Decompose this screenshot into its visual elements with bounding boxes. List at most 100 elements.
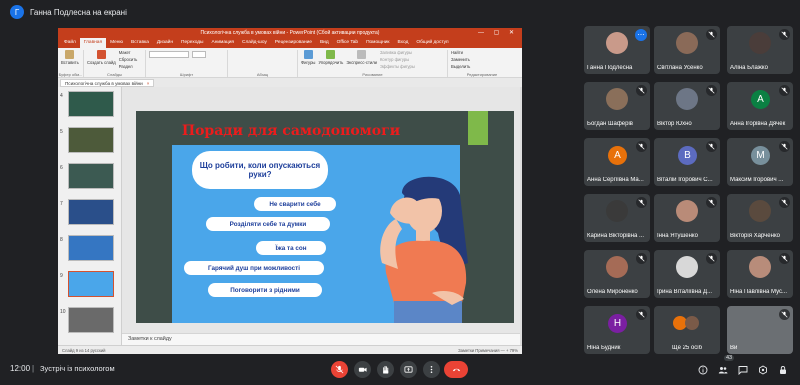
avatar: В — [678, 146, 697, 165]
participant-tile[interactable]: Богдан Шаферів — [584, 82, 650, 130]
participant-tile[interactable]: Ірина Віталіївна Д... — [654, 250, 720, 298]
ppt-tab[interactable]: Главная — [79, 38, 107, 48]
muted-mic-icon — [779, 85, 790, 96]
ppt-tab[interactable]: Дизайн — [153, 38, 177, 48]
participant-name: Ви — [730, 345, 738, 351]
vertical-scrollbar[interactable] — [520, 87, 522, 345]
meeting-details-button[interactable] — [696, 363, 710, 377]
participant-tile[interactable]: Віктор Юхно — [654, 82, 720, 130]
ppt-tab[interactable]: Вид — [316, 38, 333, 48]
ppt-tab[interactable]: Анимация — [208, 38, 239, 48]
shape-effects-button[interactable]: Эффекты фигуры — [380, 64, 415, 69]
participant-tile[interactable]: Вікторія Харченко — [727, 194, 793, 242]
speaking-indicator-icon: ⋯ — [635, 29, 647, 41]
ppt-window-controls[interactable]: — ▢ ✕ — [478, 29, 518, 36]
participant-tile[interactable]: Карина Вікторівна ... — [584, 194, 650, 242]
slide-number: 9 — [60, 273, 63, 279]
participant-name: Віктор Юхно — [657, 121, 692, 127]
participant-tile[interactable]: А Анна Ігорівна Дячек — [727, 82, 793, 130]
camera-toggle-button[interactable] — [354, 361, 371, 378]
ppt-tab[interactable]: Файл — [60, 38, 80, 48]
slide-number: 4 — [60, 93, 63, 99]
slide-thumbnails-panel: 4 5 6 7 8 9 10 — [58, 87, 122, 345]
ppt-tab[interactable]: Вход — [394, 38, 413, 48]
replace-button[interactable]: Заменить — [451, 57, 470, 62]
activities-icon — [759, 365, 767, 375]
clipboard-group: Вставить Буфер обм... — [58, 50, 84, 77]
chat-button[interactable] — [736, 363, 750, 377]
people-button[interactable] — [716, 363, 730, 377]
ppt-tab[interactable]: Вставка — [127, 38, 153, 48]
ppt-tab[interactable]: Меню — [106, 38, 127, 48]
ppt-ribbon-tabs: Файл Главная Меню Вставка Дизайн Переходы Аним… — [58, 38, 522, 48]
shared-screen[interactable]: Психологічна служба в умовах війни - Pow… — [58, 28, 522, 354]
document-tabbar: Психологічна служба в умовах війни × — [58, 78, 522, 87]
mic-toggle-button[interactable] — [331, 361, 348, 378]
font-size-field[interactable] — [192, 51, 206, 58]
participant-tile[interactable]: Світлана Усенко — [654, 26, 720, 74]
participant-tile[interactable]: В Віталій Ігорович С... — [654, 138, 720, 186]
muted-mic-icon — [636, 309, 647, 320]
participant-name: Аліна Блажко — [730, 65, 768, 71]
slide-thumbnail[interactable] — [68, 307, 114, 333]
notes-area[interactable]: Заметки к слайду — [122, 333, 522, 345]
slide-thumbnail[interactable] — [68, 163, 114, 189]
participant-tile[interactable]: Інна Ятушенко — [654, 194, 720, 242]
avatar — [676, 88, 698, 110]
document-tab[interactable]: Психологічна служба в умовах війни × — [60, 78, 155, 87]
participant-name: Ніна Павлівна Мус... — [730, 289, 788, 295]
participant-tile[interactable]: Ще 25 осіб — [654, 306, 720, 354]
avatar: М — [751, 146, 770, 165]
avatar — [685, 316, 699, 330]
close-tab-icon[interactable]: × — [147, 81, 150, 86]
muted-mic-icon — [636, 85, 647, 96]
ppt-tab[interactable]: Общий доступ — [412, 38, 452, 48]
shapes-icon — [303, 50, 313, 59]
status-view-controls[interactable]: Заметки Примечания — + 79% — [458, 348, 518, 353]
current-slide[interactable]: Поради для самодопомоги Що робити, коли … — [136, 111, 514, 323]
participant-tile[interactable]: А Анна Сергіївна Ма... — [584, 138, 650, 186]
ppt-tab[interactable]: Слайд-шоу — [238, 38, 271, 48]
participant-tile[interactable]: Олена Мироненко — [584, 250, 650, 298]
more-options-button[interactable] — [423, 361, 440, 378]
participant-tile[interactable]: Ви — [727, 306, 793, 354]
reset-button[interactable]: Сбросить — [119, 57, 138, 62]
raise-hand-button[interactable] — [377, 361, 394, 378]
ppt-tab[interactable]: Переходы — [177, 38, 208, 48]
participant-tile[interactable]: М Максим Ігорович ... — [727, 138, 793, 186]
participant-tile[interactable]: Ніна Павлівна Мус... — [727, 250, 793, 298]
avatar: А — [751, 90, 770, 109]
camera-icon — [358, 367, 367, 372]
ppt-tab[interactable]: Помощник — [362, 38, 393, 48]
ppt-ribbon: Вставить Буфер обм... Создать слайд Маке… — [58, 48, 522, 78]
find-button[interactable]: Найти — [451, 50, 470, 55]
slide-thumbnail[interactable] — [68, 91, 114, 117]
section-button[interactable]: Раздел — [119, 64, 138, 69]
more-vert-icon — [430, 365, 433, 374]
shape-outline-button[interactable]: Контур фигуры — [380, 57, 415, 62]
ppt-tab[interactable]: Office Tab — [333, 38, 362, 48]
hangup-icon — [452, 368, 460, 372]
participant-tile[interactable]: Н Ніна Будник — [584, 306, 650, 354]
font-name-field[interactable] — [149, 51, 189, 58]
participant-tile[interactable]: Аліна Блажко — [727, 26, 793, 74]
present-screen-button[interactable] — [400, 361, 417, 378]
leave-call-button[interactable] — [444, 361, 468, 378]
paragraph-group: Абзац — [228, 50, 298, 77]
slide-illustration-card: Що робити, коли опускаються руки? Не сва… — [172, 145, 468, 323]
slide-thumbnail[interactable] — [68, 127, 114, 153]
activities-button[interactable] — [756, 363, 770, 377]
participant-tile[interactable]: ⋯ Ганна Подлесна — [584, 26, 650, 74]
shape-fill-button[interactable]: Заливка фигуры — [380, 50, 415, 55]
slide-thumbnail[interactable] — [68, 271, 114, 297]
slide-title: Поради для самодопомоги — [181, 123, 401, 139]
drawing-group: Фигуры Упорядочить Экспресс-стили Заливк… — [298, 50, 448, 77]
presenter-bar: Г Ганна Подлесна на екрані — [0, 0, 800, 24]
host-controls-button[interactable] — [776, 363, 790, 377]
participant-name: Карина Вікторівна ... — [587, 233, 645, 239]
slide-thumbnail[interactable] — [68, 199, 114, 225]
slide-thumbnail[interactable] — [68, 235, 114, 261]
ppt-tab[interactable]: Рецензирование — [271, 38, 316, 48]
select-button[interactable]: Выделить — [451, 64, 470, 69]
layout-button[interactable]: Макет — [119, 50, 138, 55]
